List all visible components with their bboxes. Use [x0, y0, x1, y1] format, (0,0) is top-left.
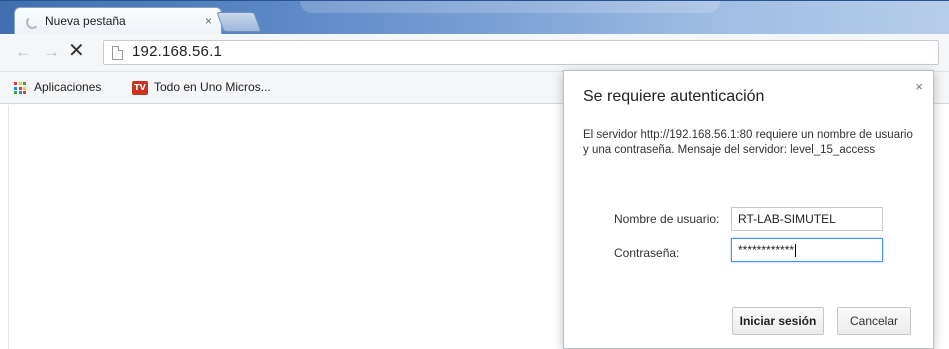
tab-close-icon[interactable]: ×: [205, 14, 212, 28]
apps-dot: [14, 82, 17, 85]
apps-dot: [14, 91, 17, 94]
content-divider: [8, 105, 9, 349]
password-mask: ************: [738, 243, 795, 257]
auth-dialog: × Se requiere autenticación El servidor …: [563, 70, 934, 349]
tab-title: Nueva pestaña: [45, 14, 126, 28]
login-button[interactable]: Iniciar sesión: [732, 307, 824, 335]
tab-strip: Nueva pestaña ×: [0, 0, 949, 35]
apps-dot: [14, 86, 17, 90]
forward-arrow-icon[interactable]: →: [43, 42, 60, 62]
loading-spinner-icon: [26, 16, 39, 29]
apps-dot: [23, 86, 26, 90]
apps-dot: [18, 82, 22, 85]
username-label: Nombre de usuario:: [614, 212, 720, 226]
dialog-title: Se requiere autenticación: [583, 88, 765, 105]
dialog-message: El servidor http://192.168.56.1:80 requi…: [583, 129, 913, 156]
apps-dot: [18, 86, 22, 90]
username-field[interactable]: RT-LAB-SIMUTEL: [731, 207, 883, 231]
page-icon: [112, 46, 123, 60]
bookmark-todo-en-uno[interactable]: Todo en Uno Micros...: [154, 80, 271, 94]
text-caret: [795, 244, 797, 258]
apps-grid-icon[interactable]: [14, 82, 26, 94]
password-field[interactable]: ************: [731, 238, 883, 262]
apps-dot: [18, 91, 22, 94]
stop-loading-icon[interactable]: ✕: [68, 41, 85, 61]
tv-favicon-icon: TV: [132, 81, 148, 95]
address-url[interactable]: 192.168.56.1: [132, 43, 222, 60]
browser-toolbar: ← → ✕ 192.168.56.1: [0, 34, 949, 72]
cancel-button[interactable]: Cancelar: [837, 307, 911, 335]
bookmark-apps[interactable]: Aplicaciones: [34, 80, 101, 94]
tab-new-tab[interactable]: Nueva pestaña ×: [14, 7, 222, 35]
apps-dot: [23, 91, 26, 94]
titlebar-glow: [300, 1, 720, 13]
apps-dot: [23, 82, 26, 85]
address-bar[interactable]: 192.168.56.1: [103, 40, 939, 65]
dialog-close-icon[interactable]: ×: [915, 79, 923, 94]
password-label: Contraseña:: [614, 246, 680, 260]
back-arrow-icon[interactable]: ←: [15, 42, 32, 62]
new-tab-button[interactable]: [216, 12, 262, 32]
